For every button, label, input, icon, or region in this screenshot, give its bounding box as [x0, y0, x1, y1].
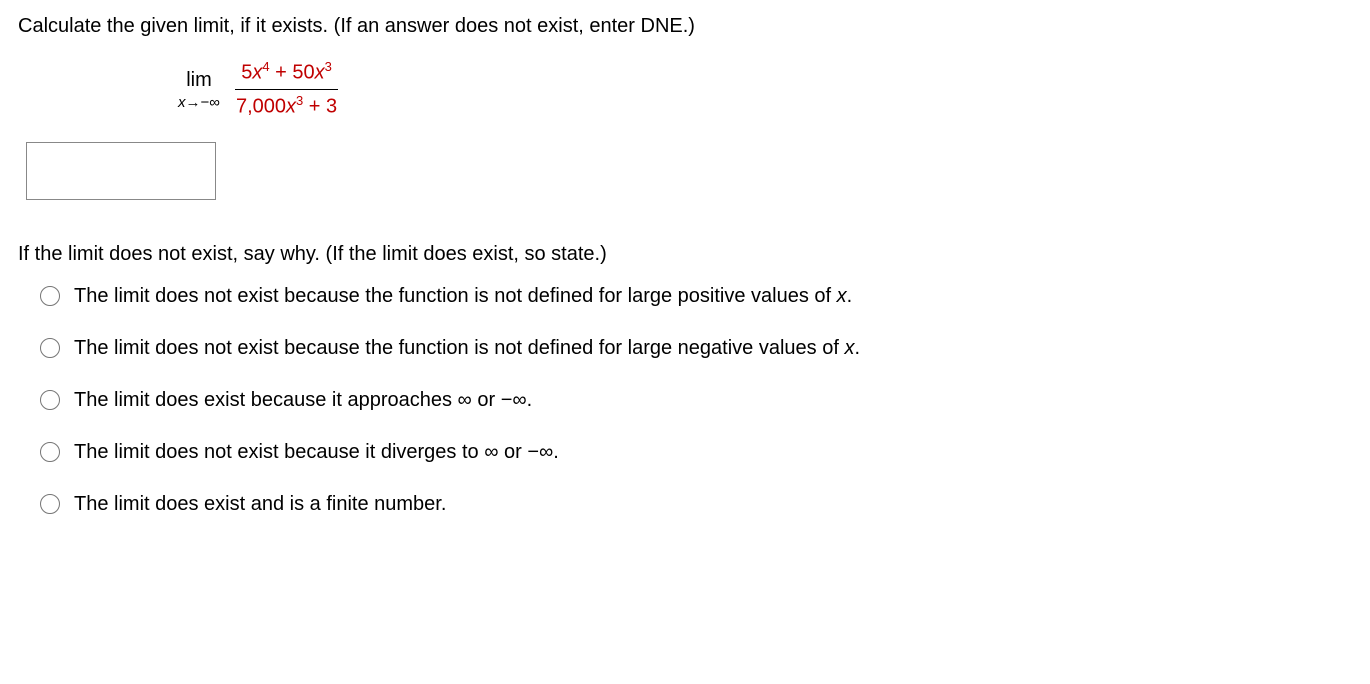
num-exp1: 4 — [262, 59, 269, 74]
lim-label: lim — [186, 66, 212, 94]
lim-target: −∞ — [201, 94, 220, 111]
option-label: The limit does not exist because it dive… — [74, 438, 559, 466]
option-radio-0[interactable] — [40, 286, 60, 306]
den-coef1: 7,000 — [236, 95, 286, 117]
option-row[interactable]: The limit does not exist because the fun… — [40, 334, 1352, 362]
option-label: The limit does not exist because the fun… — [74, 334, 860, 362]
limit-expression: lim x→−∞ 5x4 + 50x3 7,000x3 + 3 — [178, 58, 1352, 120]
question-prompt: Calculate the given limit, if it exists.… — [18, 12, 1352, 40]
fraction: 5x4 + 50x3 7,000x3 + 3 — [230, 58, 343, 120]
answer-input[interactable] — [26, 142, 216, 200]
option-row[interactable]: The limit does exist and is a finite num… — [40, 490, 1352, 518]
option-radio-3[interactable] — [40, 442, 60, 462]
den-const: 3 — [326, 95, 337, 117]
lim-arrow: → — [186, 94, 201, 111]
num-coef2: 50 — [292, 62, 314, 84]
lim-approach: x→−∞ — [178, 92, 220, 113]
option-label: The limit does exist and is a finite num… — [74, 490, 446, 518]
option-radio-1[interactable] — [40, 338, 60, 358]
option-label: The limit does not exist because the fun… — [74, 282, 852, 310]
lim-var: x — [178, 94, 186, 111]
num-plus: + — [270, 62, 293, 84]
option-radio-4[interactable] — [40, 494, 60, 514]
denominator: 7,000x3 + 3 — [230, 90, 343, 121]
options-group: The limit does not exist because the fun… — [18, 282, 1352, 518]
limit-operator: lim x→−∞ — [178, 66, 220, 113]
sub-question-prompt: If the limit does not exist, say why. (I… — [18, 240, 1352, 268]
den-plus: + — [303, 95, 326, 117]
option-label: The limit does exist because it approach… — [74, 386, 532, 414]
num-exp2: 3 — [325, 59, 332, 74]
option-row[interactable]: The limit does not exist because it dive… — [40, 438, 1352, 466]
option-radio-2[interactable] — [40, 390, 60, 410]
numerator: 5x4 + 50x3 — [235, 58, 338, 90]
num-coef1: 5 — [241, 62, 252, 84]
option-row[interactable]: The limit does not exist because the fun… — [40, 282, 1352, 310]
option-row[interactable]: The limit does exist because it approach… — [40, 386, 1352, 414]
